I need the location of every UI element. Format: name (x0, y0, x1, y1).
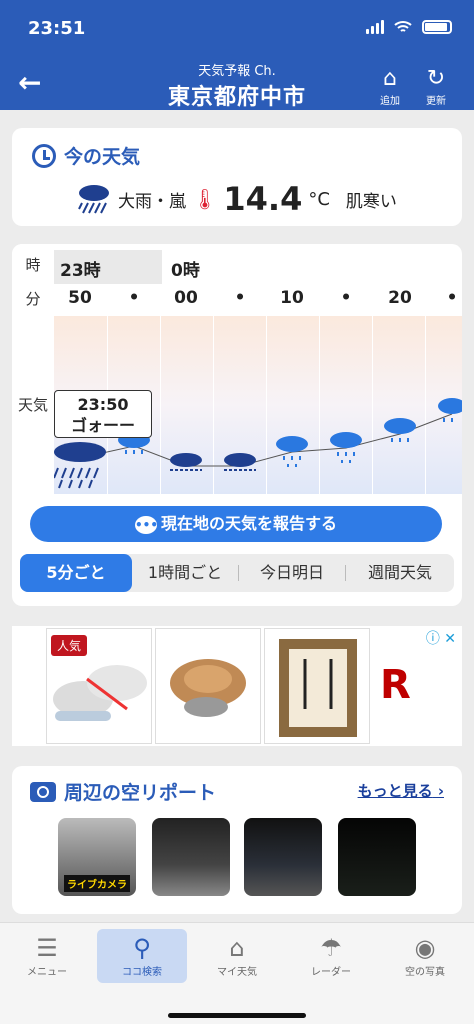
tab-hourly[interactable]: 1時間ごと (132, 554, 238, 592)
see-more-label: もっと見る (357, 782, 433, 800)
home-icon: ⌂ (229, 934, 245, 962)
home-plus-icon: ⌂ (383, 66, 397, 91)
camera-icon: ◉ (414, 934, 436, 962)
hour-row: 23時 0時 (54, 250, 462, 284)
refresh-icon: ↻ (426, 66, 446, 91)
status-time: 23:51 (28, 18, 86, 39)
report-weather-button[interactable]: ••• 現在地の天気を報告する (30, 506, 442, 542)
row-label-column: 時 分 天気 (12, 244, 54, 494)
sky-report-heading: 周辺の空リポート (30, 778, 216, 805)
live-camera-badge: ライブカメラ (64, 875, 130, 892)
menu-icon: ☰ (36, 934, 58, 962)
hour-23: 23時 (54, 250, 162, 284)
weather-row-label: 天気 (17, 396, 48, 414)
thermometer-icon: 🌡 (192, 187, 218, 211)
minute-label: 50 (68, 288, 92, 308)
dark-cloud-icon (170, 453, 202, 471)
minute-row: 50 • 00 • 10 • 20 • (54, 288, 462, 314)
temperature-value: 14.4 (223, 180, 303, 218)
tab-weekly[interactable]: 週間天気 (346, 554, 454, 592)
tab-radar[interactable]: ☂ レーダー (286, 929, 376, 983)
rain-cloud-icon (330, 432, 362, 463)
feel-text: 肌寒い (345, 191, 397, 212)
forecast-card: 時 分 天気 23時 0時 50 • 00 • 10 • 20 • 23:50 … (12, 244, 462, 606)
wifi-icon (394, 21, 412, 32)
sky-photo-thumbnail[interactable] (152, 818, 230, 896)
tab-search[interactable]: ⚲ ココ検索 (97, 929, 187, 983)
add-label: 追加 (380, 96, 400, 107)
minute-label: 20 (388, 288, 412, 308)
ad-tile-dango[interactable] (264, 628, 370, 744)
chat-bubble-icon: ••• (134, 515, 158, 534)
home-indicator (168, 1013, 306, 1018)
ad-info-close-icon[interactable]: ⓘ ✕ (426, 628, 456, 648)
forecast-interval-tabs: 5分ごと 1時間ごと 今日明日 週間天気 (20, 554, 454, 592)
tab-label: メニュー (27, 967, 67, 978)
report-button-label: 現在地の天気を報告する (160, 514, 337, 533)
app-header: 23:51 ← 天気予報 Ch. 東京都府中市 ⌂ 追加 ↻ 更新 (0, 0, 474, 110)
tab-menu[interactable]: ☰ メニュー (2, 929, 92, 983)
minute-label: • (234, 288, 246, 308)
status-bar: 23:51 (0, 0, 474, 56)
minute-label: • (340, 288, 352, 308)
minute-label: • (128, 288, 140, 308)
hour-0: 0時 (171, 261, 200, 281)
bottom-tab-bar: ☰ メニュー ⚲ ココ検索 ⌂ マイ天気 ☂ レーダー ◉ 空の写真 (0, 922, 474, 1024)
minute-label: 10 (280, 288, 304, 308)
tooltip-time: 23:50 (77, 395, 129, 414)
tab-my-weather[interactable]: ⌂ マイ天気 (192, 929, 282, 983)
rakuten-logo: R (380, 662, 411, 708)
sky-report-title: 周辺の空リポート (64, 782, 217, 804)
sky-photo-thumbnail[interactable] (244, 818, 322, 896)
tooltip-text: ゴォーー (70, 416, 135, 435)
sky-photo-thumbnail[interactable]: ライブカメラ (58, 818, 136, 896)
tab-label: ココ検索 (122, 967, 162, 978)
minute-label: • (446, 288, 458, 308)
dango-package-image (279, 639, 357, 737)
minute-row-label: 分 (25, 290, 41, 308)
temperature-unit: °C (308, 188, 330, 210)
current-weather-card: 今の天気 大雨・嵐 🌡 14.4 °C 肌寒い (12, 128, 462, 226)
add-button[interactable]: ⌂ 追加 (370, 66, 410, 107)
clock-icon (32, 143, 56, 168)
sky-photo-thumbnail[interactable] (338, 818, 416, 896)
minute-label: 00 (174, 288, 198, 308)
roast-chicken-image (170, 659, 246, 717)
search-icon: ⚲ (133, 934, 151, 962)
see-more-link[interactable]: もっと見る › (358, 780, 444, 801)
battery-icon (422, 20, 452, 34)
storm-cloud-icon (54, 442, 106, 489)
current-weather-heading: 今の天気 (32, 142, 140, 169)
tab-sky-photos[interactable]: ◉ 空の写真 (380, 929, 470, 983)
condition-text: 大雨・嵐 (118, 191, 186, 212)
refresh-label: 更新 (426, 96, 446, 107)
signal-icon (366, 20, 384, 34)
current-weather-row: 大雨・嵐 🌡 14.4 °C 肌寒い (76, 180, 397, 218)
tab-label: マイ天気 (217, 967, 257, 978)
tab-label: 空の写真 (405, 967, 445, 978)
hour-row-label: 時 (25, 256, 41, 274)
rain-cloud-icon (384, 418, 416, 442)
dark-cloud-icon (224, 453, 256, 471)
popular-badge: 人気 (51, 635, 88, 656)
sky-report-card: 周辺の空リポート もっと見る › ライブカメラ (12, 766, 462, 914)
ad-tile-food[interactable] (155, 628, 261, 744)
tab-today-tomorrow[interactable]: 今日明日 (239, 554, 345, 592)
camera-icon (30, 781, 56, 802)
ad-tile-sneakers[interactable]: 人気 (46, 628, 152, 744)
current-weather-title: 今の天気 (64, 146, 141, 168)
heavy-rain-icon (78, 185, 109, 214)
umbrella-icon: ☂ (320, 934, 342, 962)
forecast-tooltip: 23:50 ゴォーー (54, 390, 152, 438)
refresh-button[interactable]: ↻ 更新 (416, 66, 456, 107)
tab-5min[interactable]: 5分ごと (20, 554, 132, 592)
tab-label: レーダー (311, 967, 351, 978)
status-icons (366, 20, 452, 34)
ad-banner[interactable]: 人気 ⓘ ✕ R (12, 626, 462, 746)
